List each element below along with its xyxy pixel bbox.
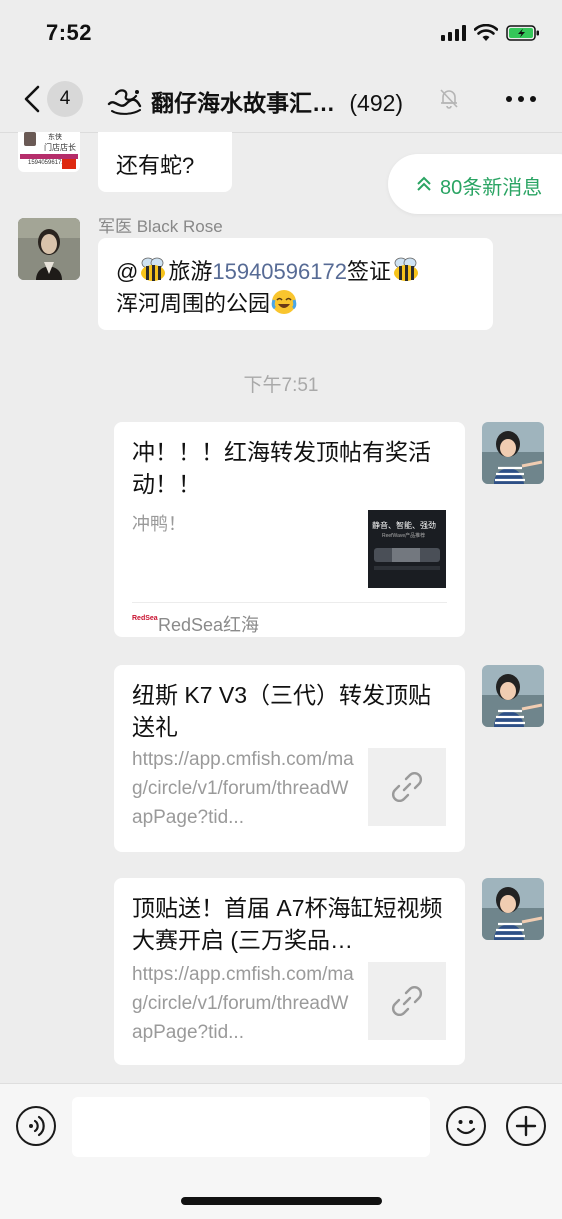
- message-bubble[interactable]: @ 旅游15940596172签证 浑河周围的公园: [98, 238, 493, 330]
- new-messages-label: 80条新消息: [440, 177, 543, 199]
- plus-icon[interactable]: [506, 1106, 546, 1146]
- card-title: 冲！！！红海转发顶帖有奖活动！！: [132, 439, 431, 497]
- message-text: 还有蛇?: [116, 153, 195, 178]
- emoji-icon[interactable]: [446, 1106, 486, 1146]
- avatar-image: [482, 422, 544, 484]
- status-icons: [441, 24, 540, 42]
- card-title: 顶贴送！首届 A7杯海缸短视频大赛开启 (三万奖品…: [132, 895, 443, 953]
- sender-name: 军医 Black Rose: [98, 217, 223, 236]
- card-url-text: https://app.cmfish.com/mag/circle/v1/for…: [132, 964, 354, 1043]
- link-card[interactable]: 顶贴送！首届 A7杯海缸短视频大赛开启 (三万奖品… https://app.c…: [114, 878, 465, 1065]
- link-card[interactable]: 纽斯 K7 V3（三代）转发顶贴送礼 https://app.cmfish.co…: [114, 665, 465, 852]
- mention-suffix: 签证: [346, 259, 391, 284]
- avatar[interactable]: [482, 878, 544, 940]
- laughing-crying-emoji-icon: [271, 290, 297, 314]
- card-footer: RedSea RedSea红海: [132, 602, 447, 638]
- source-name: RedSea红海: [158, 615, 260, 635]
- mention-at: @: [116, 259, 139, 284]
- status-bar: 7:52: [0, 0, 562, 70]
- avatar-image: [18, 218, 80, 280]
- status-time: 7:52: [46, 20, 93, 45]
- bell-off-icon: [440, 89, 458, 109]
- chat-title[interactable]: 翻仔海水故事汇… (492): [151, 84, 403, 118]
- card-description: 冲鸭！: [132, 514, 186, 534]
- link-icon: [392, 986, 422, 1016]
- avatar-image: [482, 878, 544, 940]
- avatar[interactable]: [18, 218, 80, 280]
- message-text-line2: 浑河周围的公园: [116, 286, 298, 318]
- avatar-label: 15940596172: [28, 160, 65, 166]
- time-separator: 下午7:51: [243, 375, 319, 396]
- avatar[interactable]: [482, 422, 544, 484]
- member-count: (492): [349, 90, 404, 116]
- card-thumbnail: 静音、智能、强劲 ReefWave产品推荐: [368, 510, 446, 588]
- message-bubble[interactable]: 还有蛇?: [98, 132, 232, 192]
- avatar[interactable]: 东侠 门店店长 15940596172: [18, 132, 80, 172]
- chat-title-text: 翻仔海水故事汇…: [151, 90, 335, 116]
- link-icon: [392, 772, 422, 802]
- bee-emoji-icon: [393, 257, 418, 281]
- avatar[interactable]: [482, 665, 544, 727]
- signal-icon: [441, 25, 466, 41]
- card-url: https://app.cmfish.com/mag/circle/v1/for…: [132, 745, 356, 833]
- source-logo: RedSea: [132, 615, 158, 622]
- message-text: @ 旅游15940596172签证: [116, 254, 421, 286]
- new-messages-button[interactable]: 80条新消息: [388, 154, 562, 214]
- link-thumbnail: [368, 962, 446, 1040]
- phone-link[interactable]: 15940596172: [212, 259, 347, 284]
- message-input[interactable]: [72, 1097, 430, 1157]
- message-text: 浑河周围的公园: [116, 291, 271, 316]
- avatar-label: 门店店长: [44, 143, 76, 152]
- chevron-left-icon[interactable]: [20, 84, 44, 114]
- bee-emoji-icon: [141, 257, 166, 281]
- thumbnail-text: 静音、智能、强劲: [372, 521, 436, 530]
- mention-name: 旅游: [168, 259, 213, 284]
- voice-icon[interactable]: [16, 1106, 56, 1146]
- double-chevron-up-icon: [417, 176, 431, 191]
- link-thumbnail: [368, 748, 446, 826]
- link-card[interactable]: 冲！！！红海转发顶帖有奖活动！！ 冲鸭！ 静音、智能、强劲 ReefWave产品…: [114, 422, 465, 637]
- chat-header: 4 翻仔海水故事汇… (492): [0, 70, 562, 133]
- home-indicator[interactable]: [181, 1197, 382, 1205]
- wifi-icon: [474, 24, 498, 41]
- thumbnail-subtext: ReefWave产品推荐: [382, 533, 426, 539]
- card-title: 纽斯 K7 V3（三代）转发顶贴送礼: [132, 682, 432, 740]
- more-dots-icon[interactable]: [506, 96, 536, 102]
- avatar-image: [482, 665, 544, 727]
- unread-badge[interactable]: 4: [47, 81, 83, 117]
- avatar-label: 东侠: [48, 134, 62, 141]
- battery-icon: [506, 25, 539, 41]
- card-url-text: https://app.cmfish.com/mag/circle/v1/for…: [132, 749, 354, 828]
- card-url: https://app.cmfish.com/mag/circle/v1/for…: [132, 960, 356, 1048]
- group-chat-icon: [107, 89, 142, 115]
